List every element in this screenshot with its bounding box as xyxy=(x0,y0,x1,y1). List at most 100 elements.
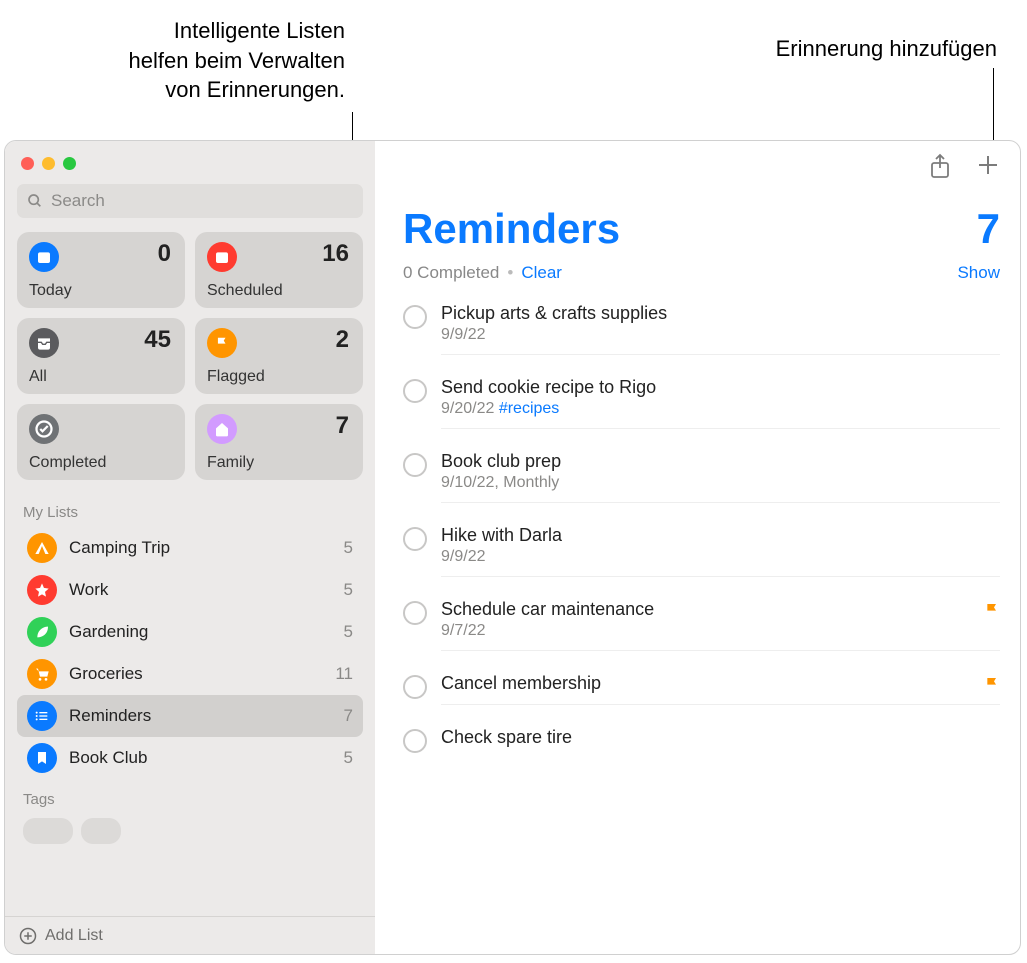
search-input[interactable]: Search xyxy=(17,184,363,218)
smart-list-count: 0 xyxy=(158,240,171,268)
show-button[interactable]: Show xyxy=(957,263,1000,283)
reminder-title: Send cookie recipe to Rigo xyxy=(441,377,1000,398)
calendar-day-icon xyxy=(29,242,59,272)
reminder-item[interactable]: Schedule car maintenance 9/7/22 xyxy=(403,589,1000,663)
separator-dot: • xyxy=(507,263,513,283)
reminder-item[interactable]: Cancel membership xyxy=(403,663,1000,717)
reminder-item[interactable]: Hike with Darla 9/9/22 xyxy=(403,515,1000,589)
sidebar-list-item[interactable]: Reminders 7 xyxy=(17,695,363,737)
list-title: Reminders xyxy=(403,205,620,253)
reminder-item[interactable]: Pickup arts & crafts supplies 9/9/22 xyxy=(403,293,1000,367)
smart-list-label: All xyxy=(29,368,47,386)
sidebar-list-item[interactable]: Book Club 5 xyxy=(17,737,363,779)
reminder-title: Hike with Darla xyxy=(441,525,1000,546)
status-row: 0 Completed • Clear Show xyxy=(403,253,1000,293)
smart-list-count: 2 xyxy=(336,326,349,354)
smart-list-label: Today xyxy=(29,282,72,300)
reminder-title: Schedule car maintenance xyxy=(441,599,974,620)
search-placeholder: Search xyxy=(51,191,105,211)
list-item-label: Gardening xyxy=(69,622,332,642)
callout-smart-lists: Intelligente Listen helfen beim Verwalte… xyxy=(65,16,345,105)
reminder-subtitle: 9/7/22 xyxy=(441,620,1000,640)
smart-list-scheduled[interactable]: 16 Scheduled xyxy=(195,232,363,308)
sidebar-list-item[interactable]: Groceries 11 xyxy=(17,653,363,695)
plus-icon xyxy=(976,153,1000,177)
star-icon xyxy=(27,575,57,605)
reminder-item[interactable]: Book club prep 9/10/22, Monthly xyxy=(403,441,1000,515)
clear-button[interactable]: Clear xyxy=(521,263,562,283)
reminder-title: Book club prep xyxy=(441,451,1000,472)
section-my-lists: My Lists xyxy=(17,492,363,527)
reminder-item[interactable]: Check spare tire xyxy=(403,717,1000,770)
completed-count: 0 Completed xyxy=(403,263,499,283)
reminder-checkbox[interactable] xyxy=(403,527,427,551)
share-icon xyxy=(928,153,952,179)
reminder-checkbox[interactable] xyxy=(403,675,427,699)
smart-list-today[interactable]: 0 Today xyxy=(17,232,185,308)
reminder-checkbox[interactable] xyxy=(403,453,427,477)
callout-add-reminder: Erinnerung hinzufügen xyxy=(776,34,997,64)
list-count: 7 xyxy=(977,205,1000,253)
title-row: Reminders 7 xyxy=(403,189,1000,253)
sidebar-list-item[interactable]: Work 5 xyxy=(17,569,363,611)
smart-list-label: Completed xyxy=(29,454,106,472)
smart-list-label: Scheduled xyxy=(207,282,283,300)
reminders-window: Search 0 Today 16 Scheduled xyxy=(4,140,1021,955)
list-item-label: Work xyxy=(69,580,332,600)
reminder-item[interactable]: Send cookie recipe to Rigo 9/20/22 #reci… xyxy=(403,367,1000,441)
list-item-label: Camping Trip xyxy=(69,538,332,558)
flag-icon xyxy=(984,675,1000,693)
reminder-tag[interactable]: #recipes xyxy=(499,400,559,417)
list-item-count: 5 xyxy=(344,748,353,768)
add-reminder-button[interactable] xyxy=(976,153,1000,179)
reminder-checkbox[interactable] xyxy=(403,601,427,625)
tent-icon xyxy=(27,533,57,563)
sidebar-list-item[interactable]: Camping Trip 5 xyxy=(17,527,363,569)
list-item-label: Reminders xyxy=(69,706,332,726)
smart-list-all[interactable]: 45 All xyxy=(17,318,185,394)
search-icon xyxy=(27,193,43,209)
reminders-list: Pickup arts & crafts supplies 9/9/22 Sen… xyxy=(403,293,1000,770)
fullscreen-icon[interactable] xyxy=(63,157,76,170)
window-controls xyxy=(17,151,363,184)
list-item-count: 5 xyxy=(344,622,353,642)
callout-line xyxy=(993,68,994,148)
reminder-checkbox[interactable] xyxy=(403,379,427,403)
smart-list-family[interactable]: 7 Family xyxy=(195,404,363,480)
list-item-count: 11 xyxy=(335,664,353,684)
tag-chip[interactable] xyxy=(81,818,121,844)
reminder-title: Check spare tire xyxy=(441,727,1000,748)
reminder-subtitle: 9/9/22 xyxy=(441,546,1000,566)
reminder-subtitle: 9/10/22, Monthly xyxy=(441,472,1000,492)
smart-lists-grid: 0 Today 16 Scheduled 45 All xyxy=(17,232,363,480)
close-icon[interactable] xyxy=(21,157,34,170)
my-lists: Camping Trip 5 Work 5 Gardening 5 Grocer… xyxy=(17,527,363,779)
smart-list-count: 45 xyxy=(144,326,171,354)
calendar-icon xyxy=(207,242,237,272)
smart-list-completed[interactable]: Completed xyxy=(17,404,185,480)
add-list-button[interactable]: Add List xyxy=(5,916,375,954)
flag-icon xyxy=(984,601,1000,619)
reminder-checkbox[interactable] xyxy=(403,729,427,753)
smart-list-count: 16 xyxy=(322,240,349,268)
tag-chip[interactable] xyxy=(23,818,73,844)
plus-circle-icon xyxy=(19,927,37,945)
add-list-label: Add List xyxy=(45,927,103,945)
cart-icon xyxy=(27,659,57,689)
reminder-title: Cancel membership xyxy=(441,673,974,694)
flag-icon xyxy=(207,328,237,358)
sidebar-list-item[interactable]: Gardening 5 xyxy=(17,611,363,653)
smart-list-label: Flagged xyxy=(207,368,265,386)
reminder-title: Pickup arts & crafts supplies xyxy=(441,303,1000,324)
section-tags: Tags xyxy=(17,779,363,814)
share-button[interactable] xyxy=(928,153,952,179)
smart-list-flagged[interactable]: 2 Flagged xyxy=(195,318,363,394)
tags-row xyxy=(17,814,363,848)
list-item-count: 5 xyxy=(344,580,353,600)
toolbar xyxy=(403,153,1000,189)
reminder-subtitle: 9/20/22 #recipes xyxy=(441,398,1000,418)
reminder-checkbox[interactable] xyxy=(403,305,427,329)
minimize-icon[interactable] xyxy=(42,157,55,170)
house-icon xyxy=(207,414,237,444)
main-panel: Reminders 7 0 Completed • Clear Show Pic… xyxy=(375,141,1020,954)
